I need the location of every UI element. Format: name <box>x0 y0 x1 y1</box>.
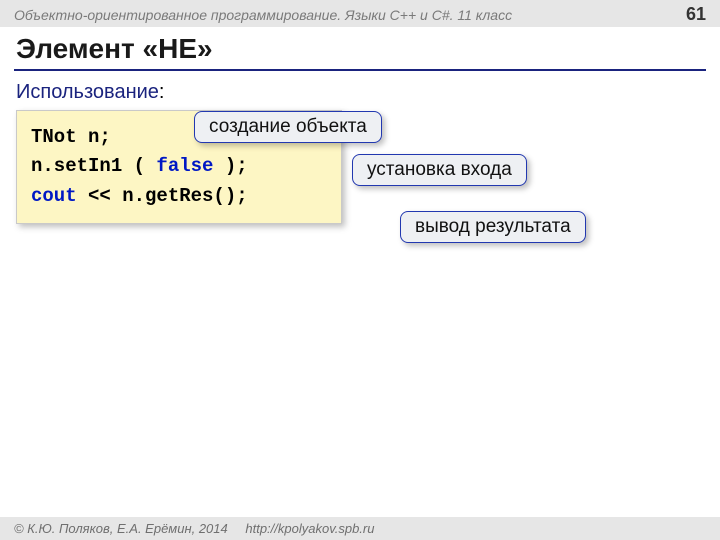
title-rule <box>14 69 706 71</box>
callout-output-result: вывод результата <box>400 211 586 243</box>
code-l3-keyword: cout <box>31 185 77 207</box>
page-number: 61 <box>686 4 706 25</box>
course-title: Объектно-ориентированное программировани… <box>14 7 512 23</box>
code-l2-keyword: false <box>156 155 213 177</box>
code-l1: TNot n; <box>31 126 111 148</box>
callout-create-object: создание объекта <box>194 111 382 143</box>
code-l2a: n.setIn1 ( <box>31 155 156 177</box>
section-colon: : <box>159 81 165 103</box>
section-label-text: Использование <box>16 81 159 103</box>
code-l3a: << n.getRes(); <box>77 185 248 207</box>
content-area: Использование: TNot n; n.setIn1 ( false … <box>0 81 720 224</box>
footer-url: http://kpolyakov.spb.ru <box>245 521 374 536</box>
header: Объектно-ориентированное программировани… <box>0 0 720 27</box>
footer-copyright: © К.Ю. Поляков, Е.А. Ерёмин, 2014 <box>14 521 228 536</box>
footer: © К.Ю. Поляков, Е.А. Ерёмин, 2014 http:/… <box>0 517 720 540</box>
callout-set-input: установка входа <box>352 154 527 186</box>
slide-title: Элемент «НЕ» <box>0 27 720 69</box>
section-label: Использование: <box>16 81 704 104</box>
code-l2b: ); <box>213 155 247 177</box>
